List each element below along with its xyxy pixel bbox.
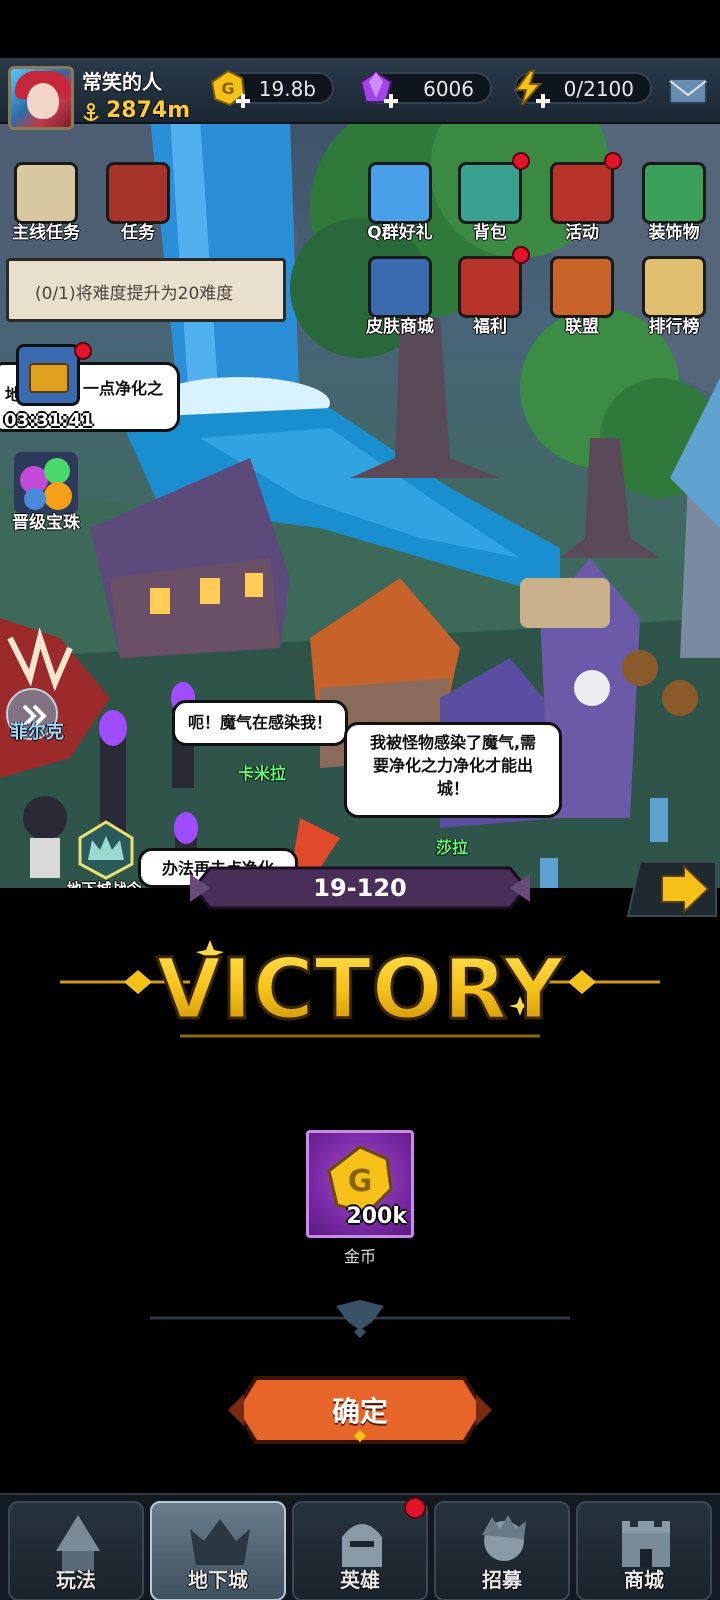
victory-title: VICTORY bbox=[156, 940, 565, 1038]
add-gem-icon[interactable] bbox=[382, 92, 400, 110]
skin-shop-button[interactable]: 皮肤商城 bbox=[360, 252, 440, 338]
backpack-icon bbox=[458, 162, 522, 224]
backpack-label: 背包 bbox=[473, 223, 507, 243]
decorations-button[interactable]: 装饰物 bbox=[634, 158, 714, 244]
welfare-button[interactable]: 福利 bbox=[450, 252, 530, 338]
mail-icon[interactable] bbox=[668, 75, 708, 107]
main-quest-label: 主线任务 bbox=[12, 223, 80, 243]
qq-group-gift-button[interactable]: Q群好礼 bbox=[360, 158, 440, 244]
alliance-button[interactable]: 联盟 bbox=[542, 252, 622, 338]
star-basket-icon bbox=[368, 256, 432, 318]
upgrade-orbs-label: 晋级宝珠 bbox=[12, 513, 80, 533]
tab-dungeon[interactable]: 地下城 bbox=[150, 1501, 286, 1600]
tab-recruit-label: 招募 bbox=[482, 1568, 522, 1592]
confirm-label: 确定 bbox=[331, 1395, 388, 1428]
svg-text:G: G bbox=[348, 1164, 373, 1199]
gift-icon bbox=[368, 162, 432, 224]
add-energy-icon[interactable] bbox=[534, 92, 552, 110]
trophy-icon bbox=[642, 256, 706, 318]
confirm-button[interactable]: 确定 bbox=[228, 1372, 492, 1448]
banner-shield-icon bbox=[550, 162, 614, 224]
welfare-badge bbox=[512, 246, 530, 264]
next-arrow-button[interactable] bbox=[624, 858, 720, 920]
scroll-icon bbox=[14, 162, 78, 224]
gem-counter[interactable]: 6006 bbox=[359, 70, 492, 108]
backpack-button[interactable]: 背包 bbox=[450, 158, 530, 244]
decorations-label: 装饰物 bbox=[648, 223, 700, 243]
book-icon bbox=[106, 162, 170, 224]
npc-name-sara: 莎拉 bbox=[436, 838, 469, 857]
main-quest-button[interactable]: 主线任务 bbox=[6, 158, 86, 244]
sara-line-2: 要净化之力净化才能出 bbox=[372, 756, 533, 776]
heroes-badge bbox=[404, 1497, 426, 1519]
gold-counter[interactable]: G 19.8b bbox=[210, 69, 334, 108]
tab-gameplay-label: 玩法 bbox=[56, 1568, 96, 1592]
ornamental-divider bbox=[150, 1300, 570, 1338]
backpack-badge bbox=[512, 152, 530, 170]
tab-heroes-label: 英雄 bbox=[340, 1568, 380, 1592]
gold-value: 19.8b bbox=[258, 77, 316, 101]
skin-shop-label: 皮肤商城 bbox=[366, 317, 434, 337]
npc-name-felix: 菲尔克 bbox=[10, 722, 64, 743]
sara-speech-bubble: 我被怪物感染了魔气,需 要净化之力净化才能出 城！ bbox=[344, 722, 562, 818]
svg-text:G: G bbox=[221, 79, 234, 98]
alliance-label: 联盟 bbox=[565, 317, 599, 337]
fist-icon bbox=[550, 256, 614, 318]
reward-item[interactable]: G 200k bbox=[306, 1130, 414, 1238]
gem-value: 6006 bbox=[423, 77, 474, 101]
chest-badge bbox=[74, 342, 92, 360]
partial-speech-b: 一点净化之 bbox=[83, 379, 164, 398]
energy-counter[interactable]: 0/2100 bbox=[514, 70, 652, 108]
qq-group-gift-label: Q群好礼 bbox=[367, 223, 433, 243]
tab-dungeon-label: 地下城 bbox=[188, 1568, 248, 1592]
sara-line-1: 我被怪物感染了魔气,需 bbox=[369, 733, 537, 752]
quest-button[interactable]: 任务 bbox=[98, 158, 178, 244]
events-badge bbox=[604, 152, 622, 170]
treasure-chest-icon bbox=[16, 344, 80, 406]
flower-bush-icon bbox=[642, 162, 706, 224]
events-label: 活动 bbox=[565, 223, 599, 243]
reward-amount: 200k bbox=[346, 1204, 407, 1229]
avatar-face bbox=[27, 83, 59, 119]
bottom-navigation: 玩法 地下城 英雄 招募 商城 bbox=[0, 1493, 720, 1600]
stage-banner: 19-120 bbox=[190, 864, 530, 912]
events-button[interactable]: 活动 bbox=[542, 158, 622, 244]
anchor-icon bbox=[83, 103, 99, 121]
welfare-shield-icon bbox=[458, 256, 522, 318]
add-gold-icon[interactable] bbox=[234, 92, 252, 110]
sara-line-3: 城！ bbox=[436, 779, 469, 799]
leaderboard-label: 排行榜 bbox=[648, 317, 700, 337]
tab-recruit[interactable]: 招募 bbox=[434, 1501, 570, 1600]
combat-power: 2874m bbox=[106, 98, 191, 123]
karila-speech-bubble: 呃！魔气在感染我！ bbox=[172, 700, 348, 746]
quest-label: 任务 bbox=[121, 223, 155, 243]
victory-banner: VICTORY bbox=[60, 939, 660, 1040]
stage-number: 19-120 bbox=[313, 874, 407, 902]
player-name: 常笑的人 bbox=[82, 70, 162, 94]
player-avatar[interactable] bbox=[8, 66, 74, 130]
tab-gameplay[interactable]: 玩法 bbox=[8, 1501, 144, 1600]
upgrade-orbs-button[interactable]: 晋级宝珠 bbox=[6, 448, 86, 534]
quest-tracker-text: (0/1)将难度提升为20难度 bbox=[35, 284, 234, 304]
energy-value: 0/2100 bbox=[563, 77, 634, 101]
welfare-label: 福利 bbox=[473, 317, 507, 337]
npc-name-karila: 卡米拉 bbox=[238, 764, 287, 783]
orbs-icon bbox=[14, 452, 78, 514]
reward-name: 金币 bbox=[343, 1247, 376, 1266]
tab-shop-label: 商城 bbox=[624, 1568, 664, 1592]
dungeon-crown-icon bbox=[78, 820, 134, 880]
leaderboard-button[interactable]: 排行榜 bbox=[634, 252, 714, 338]
quest-tracker[interactable]: (0/1)将难度提升为20难度 bbox=[6, 258, 286, 322]
chest-timer: 03:31:41 bbox=[4, 410, 94, 431]
tab-shop[interactable]: 商城 bbox=[576, 1501, 712, 1600]
